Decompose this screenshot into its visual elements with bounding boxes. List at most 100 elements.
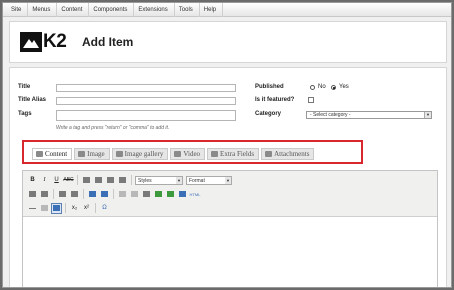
tab-image-gallery-label: Image gallery <box>124 150 164 158</box>
tab-image-label: Image <box>87 150 105 158</box>
format-dropdown[interactable]: Format ▼ <box>186 175 232 185</box>
tags-input[interactable] <box>56 110 236 121</box>
underline-button[interactable]: U <box>51 175 62 186</box>
content-icon <box>36 151 43 157</box>
category-label: Category <box>255 111 282 117</box>
special-character-button[interactable]: Ω <box>99 203 110 214</box>
tab-content[interactable]: Content <box>32 148 73 160</box>
visual-aid-button[interactable] <box>51 202 62 214</box>
logo-text: K2 <box>43 31 67 52</box>
align-right-icon <box>107 177 114 183</box>
align-justify-icon <box>119 177 126 183</box>
visual-aid-icon <box>53 205 60 211</box>
toolbar-row-3: x₂ x² Ω <box>27 202 110 214</box>
mountain-icon <box>20 32 42 52</box>
title-input[interactable] <box>56 84 236 92</box>
numbered-list-button[interactable] <box>39 189 50 200</box>
link-button[interactable] <box>117 189 128 200</box>
menu-site[interactable]: Site <box>7 3 29 17</box>
category-select-value: - Select category - <box>310 112 351 118</box>
published-no-label: No <box>318 84 326 90</box>
tabs-highlight: Content Image Image gallery Video Extra … <box>22 140 363 164</box>
published-yes-label: Yes <box>339 84 349 90</box>
editor-toolbar: B I U ABC Styles ▼ Format ▼ HTML x₂ x² Ω <box>23 171 437 217</box>
align-justify-button[interactable] <box>117 175 128 186</box>
redo-button[interactable] <box>99 189 110 200</box>
featured-label: Is it featured? <box>255 97 295 103</box>
horizontal-rule-icon <box>29 207 36 209</box>
published-no-radio[interactable] <box>310 85 315 90</box>
horizontal-rule-button[interactable] <box>27 203 38 214</box>
tags-hint: Write a tag and press "return" or "comma… <box>56 125 170 131</box>
gallery-icon <box>115 151 123 157</box>
styles-dropdown[interactable]: Styles ▼ <box>135 175 183 185</box>
tab-extra-fields-label: Extra Fields <box>220 150 255 158</box>
tab-image[interactable]: Image <box>74 148 110 160</box>
outdent-button[interactable] <box>57 189 68 200</box>
tab-attachments[interactable]: Attachments <box>261 148 315 160</box>
styles-dropdown-value: Styles <box>138 177 152 184</box>
link-icon <box>119 191 126 197</box>
indent-icon <box>71 191 78 197</box>
undo-button[interactable] <box>87 189 98 200</box>
menu-components[interactable]: Components <box>89 3 135 17</box>
bold-button[interactable]: B <box>27 175 38 186</box>
tab-content-label: Content <box>45 150 68 158</box>
anchor-icon <box>143 191 150 197</box>
superscript-button[interactable]: x² <box>81 203 92 214</box>
align-center-icon <box>95 177 102 183</box>
title-alias-input[interactable] <box>56 97 236 105</box>
extra-fields-icon <box>211 151 219 157</box>
tab-image-gallery[interactable]: Image gallery <box>111 148 169 160</box>
toolbar-separator <box>65 203 66 213</box>
align-left-button[interactable] <box>81 175 92 186</box>
cleanup-button[interactable] <box>165 189 176 200</box>
category-select[interactable]: - Select category - ▼ <box>306 111 432 119</box>
remove-format-button[interactable] <box>39 203 50 214</box>
anchor-button[interactable] <box>141 189 152 200</box>
rich-text-editor: B I U ABC Styles ▼ Format ▼ HTML x₂ x² Ω <box>22 170 438 287</box>
page-header: K2 Add Item <box>9 21 447 63</box>
align-center-button[interactable] <box>93 175 104 186</box>
strikethrough-button[interactable]: ABC <box>63 175 74 186</box>
redo-icon <box>101 191 108 197</box>
insert-image-button[interactable] <box>153 189 164 200</box>
tab-attachments-label: Attachments <box>274 150 310 158</box>
subscript-button[interactable]: x₂ <box>69 203 80 214</box>
unlink-button[interactable] <box>129 189 140 200</box>
menu-help[interactable]: Help <box>200 3 224 17</box>
featured-checkbox[interactable] <box>308 97 314 103</box>
tabs-bar: Content Image Image gallery Video Extra … <box>32 148 315 160</box>
chevron-down-icon: ▼ <box>424 112 431 118</box>
align-right-button[interactable] <box>105 175 116 186</box>
chevron-down-icon: ▼ <box>176 176 182 184</box>
title-alias-label: Title Alias <box>18 97 47 103</box>
video-icon <box>174 151 182 157</box>
page-title: Add Item <box>82 35 134 49</box>
tab-video[interactable]: Video <box>170 148 206 160</box>
help-button[interactable] <box>177 189 188 200</box>
toolbar-separator <box>83 189 84 199</box>
editor-content-area[interactable] <box>23 218 437 287</box>
indent-button[interactable] <box>69 189 80 200</box>
tab-video-label: Video <box>183 150 201 158</box>
image-icon <box>78 151 86 157</box>
tab-extra-fields[interactable]: Extra Fields <box>207 148 260 160</box>
app-window: Site Menus Content Components Extensions… <box>2 2 452 288</box>
outdent-icon <box>59 191 66 197</box>
menu-tools[interactable]: Tools <box>175 3 200 17</box>
toolbar-separator <box>131 175 132 185</box>
help-icon <box>179 191 186 197</box>
published-yes-radio[interactable] <box>331 85 336 90</box>
html-button[interactable]: HTML <box>189 189 201 200</box>
menu-extensions[interactable]: Extensions <box>134 3 175 17</box>
toolbar-separator <box>53 189 54 199</box>
undo-icon <box>89 191 96 197</box>
toolbar-row-2: HTML <box>27 188 201 200</box>
italic-button[interactable]: I <box>39 175 50 186</box>
menu-menus[interactable]: Menus <box>28 3 58 17</box>
toolbar-separator <box>77 175 78 185</box>
menu-content[interactable]: Content <box>57 3 90 17</box>
numbered-list-icon <box>41 191 48 197</box>
bullet-list-button[interactable] <box>27 189 38 200</box>
